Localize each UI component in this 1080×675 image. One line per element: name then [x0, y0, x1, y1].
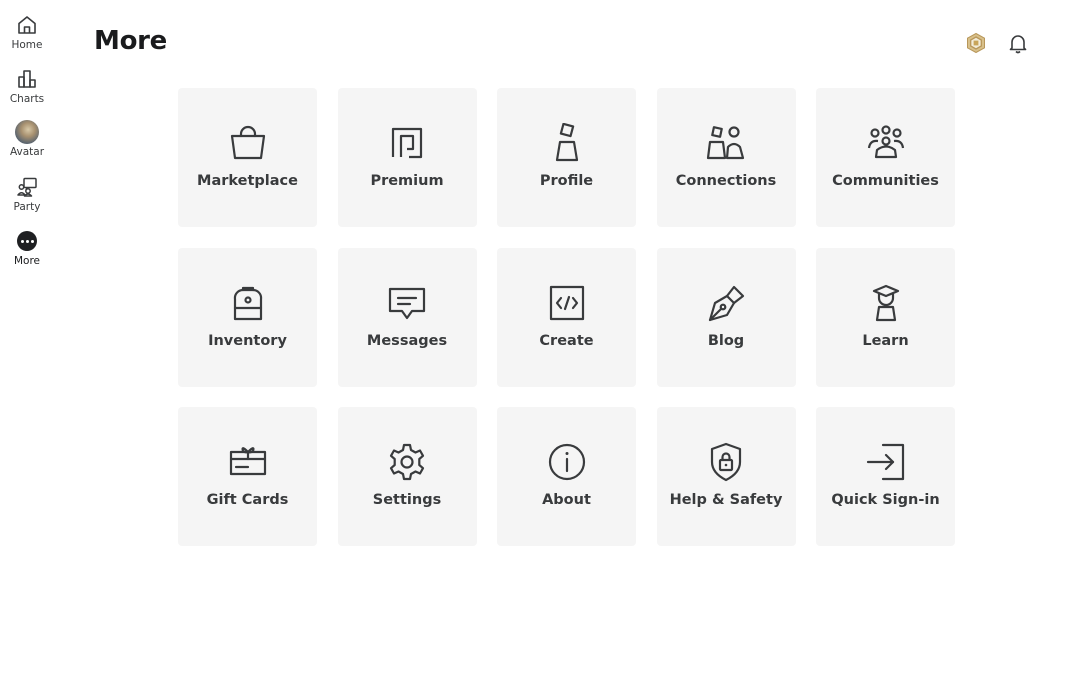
- charts-icon: [15, 67, 39, 91]
- profile-icon: [547, 123, 587, 163]
- tile-learn[interactable]: Learn: [816, 247, 955, 387]
- sidebar-item-label: Party: [13, 201, 41, 213]
- notification-bell-icon: [1007, 32, 1029, 54]
- more-icon: [15, 229, 39, 253]
- tile-create[interactable]: Create: [497, 247, 636, 387]
- backpack-icon: [228, 283, 268, 323]
- tile-label: Help & Safety: [669, 492, 783, 508]
- tile-quick-sign-in[interactable]: Quick Sign-in: [816, 407, 955, 546]
- avatar: [15, 120, 39, 144]
- graduation-icon: [866, 283, 906, 323]
- sidebar-item-label: Home: [11, 39, 43, 51]
- tile-label: Settings: [372, 492, 442, 508]
- notifications-button[interactable]: [1006, 31, 1030, 55]
- tile-label: Gift Cards: [206, 492, 289, 508]
- sidebar-item-charts[interactable]: Charts: [0, 67, 54, 105]
- tile-gift-cards[interactable]: Gift Cards: [178, 407, 317, 546]
- tile-label: Inventory: [208, 332, 287, 349]
- shopping-bag-icon: [228, 123, 268, 163]
- tile-label: Blog: [707, 332, 745, 349]
- code-icon: [547, 283, 587, 323]
- page-title: More: [94, 26, 167, 56]
- gift-card-icon: [228, 442, 268, 482]
- tile-label: Marketplace: [197, 173, 298, 189]
- tile-label: Communities: [832, 173, 939, 189]
- sidebar-item-party[interactable]: Party: [0, 175, 54, 213]
- tile-label: Learn: [862, 332, 909, 349]
- robux-icon: [965, 32, 987, 54]
- sidebar-item-home[interactable]: Home: [0, 13, 54, 51]
- message-icon: [387, 283, 427, 323]
- tile-profile[interactable]: Profile: [497, 88, 636, 227]
- premium-icon: [387, 123, 427, 163]
- info-icon: [547, 442, 587, 482]
- tile-label: Create: [539, 332, 594, 349]
- party-icon: [15, 175, 39, 199]
- gear-icon: [387, 442, 427, 482]
- communities-icon: [866, 123, 906, 163]
- sidebar-item-more[interactable]: More: [0, 229, 54, 267]
- tile-connections[interactable]: Connections: [656, 88, 796, 227]
- tile-label: Profile: [539, 173, 594, 189]
- pen-nib-icon: [706, 283, 746, 323]
- sidebar-item-avatar[interactable]: Avatar: [0, 120, 54, 158]
- tile-label: Connections: [675, 173, 777, 189]
- tile-settings[interactable]: Settings: [337, 407, 477, 546]
- tile-marketplace[interactable]: Marketplace: [178, 88, 317, 227]
- tile-label: About: [542, 492, 591, 508]
- shield-lock-icon: [706, 442, 746, 482]
- connections-icon: [706, 123, 746, 163]
- tile-about[interactable]: About: [497, 407, 636, 546]
- sidebar-item-label: Avatar: [9, 146, 45, 158]
- sidebar-item-label: More: [13, 255, 41, 267]
- tile-blog[interactable]: Blog: [656, 247, 796, 387]
- more-menu-grid: Marketplace Premium Profile Connections …: [178, 88, 955, 546]
- header-actions: [964, 31, 1030, 55]
- sign-in-icon: [866, 442, 906, 482]
- sidebar-item-label: Charts: [9, 93, 45, 105]
- tile-help-safety[interactable]: Help & Safety: [656, 407, 796, 546]
- tile-label: Premium: [370, 173, 444, 189]
- tile-label: Quick Sign-in: [831, 492, 940, 508]
- tile-premium[interactable]: Premium: [337, 88, 477, 227]
- home-icon: [15, 13, 39, 37]
- tile-inventory[interactable]: Inventory: [178, 247, 317, 387]
- avatar-icon: [15, 120, 39, 144]
- tile-communities[interactable]: Communities: [816, 88, 955, 227]
- tile-label: Messages: [366, 332, 448, 349]
- tile-messages[interactable]: Messages: [337, 247, 477, 387]
- sidebar-nav: Home Charts Avatar Party More: [0, 0, 54, 675]
- robux-button[interactable]: [964, 31, 988, 55]
